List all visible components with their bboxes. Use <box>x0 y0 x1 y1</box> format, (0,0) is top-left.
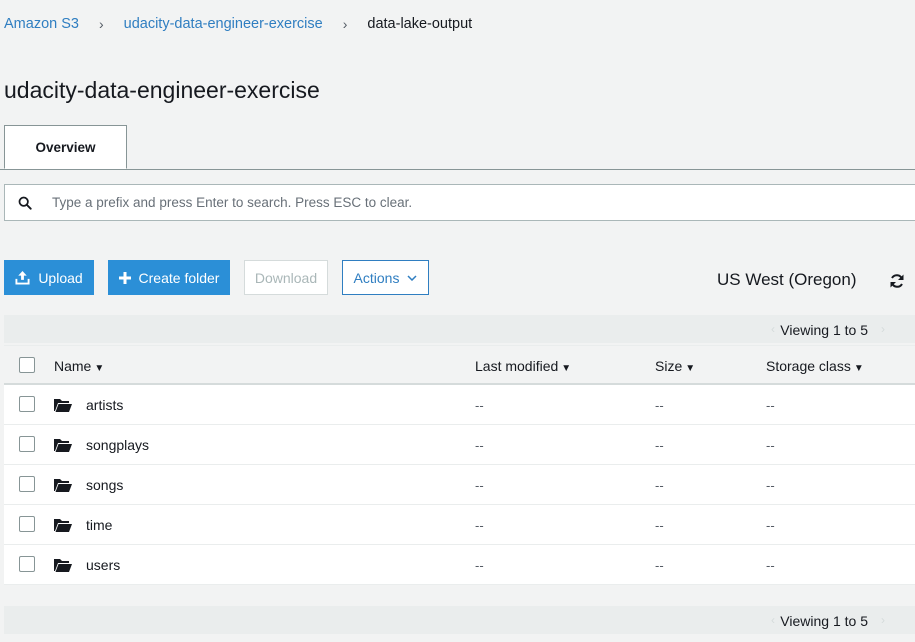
size-cell: -- <box>655 398 664 413</box>
table-row: artists -- -- -- <box>4 385 915 425</box>
objects-table: Name ▼ Last modified ▼ Size ▼ Storage class… <box>4 345 915 585</box>
actions-dropdown-button[interactable]: Actions <box>342 260 429 295</box>
breadcrumb-amazon-s3-link[interactable]: Amazon S3 <box>4 16 79 32</box>
table-row: songs -- -- -- <box>4 465 915 505</box>
pagination-label: Viewing 1 to 5 <box>780 322 868 338</box>
caret-down-icon: ▼ <box>685 363 696 374</box>
row-checkbox[interactable] <box>19 436 35 452</box>
table-header: Name ▼ Last modified ▼ Size ▼ Storage class… <box>4 345 915 385</box>
tab-bar: Overview <box>0 125 915 170</box>
column-header-name-label: Name <box>54 358 92 374</box>
caret-down-icon: ▼ <box>561 363 572 374</box>
create-folder-button[interactable]: Create folder <box>108 260 230 295</box>
row-checkbox[interactable] <box>19 556 35 572</box>
search-input[interactable] <box>50 194 915 211</box>
upload-button[interactable]: Upload <box>4 260 94 295</box>
last-modified-cell: -- <box>475 518 484 533</box>
column-header-last-modified-label: Last modified <box>475 358 559 374</box>
column-header-storage-class[interactable]: Storage class ▼ <box>766 358 864 374</box>
storage-class-cell: -- <box>766 438 775 453</box>
table-row: songplays -- -- -- <box>4 425 915 465</box>
breadcrumb-separator-icon: › <box>98 16 104 32</box>
size-cell: -- <box>655 558 664 573</box>
folder-name-link[interactable]: users <box>86 557 120 573</box>
folder-name-link[interactable]: songplays <box>86 437 149 453</box>
upload-button-label: Upload <box>38 269 83 286</box>
folder-name-link[interactable]: time <box>86 517 112 533</box>
last-modified-cell: -- <box>475 558 484 573</box>
folder-icon <box>54 479 72 492</box>
select-all-checkbox[interactable] <box>19 357 35 373</box>
size-cell: -- <box>655 478 664 493</box>
storage-class-cell: -- <box>766 398 775 413</box>
refresh-icon[interactable] <box>889 273 905 289</box>
previous-page-icon[interactable]: ‹ <box>771 322 775 336</box>
row-checkbox[interactable] <box>19 476 35 492</box>
region-label: US West (Oregon) <box>717 270 857 289</box>
breadcrumb-bucket-link[interactable]: udacity-data-engineer-exercise <box>124 16 323 32</box>
column-header-name[interactable]: Name ▼ <box>54 358 104 374</box>
storage-class-cell: -- <box>766 478 775 493</box>
upload-icon <box>15 270 30 285</box>
storage-class-cell: -- <box>766 558 775 573</box>
chevron-down-icon <box>407 274 417 281</box>
download-button[interactable]: Download <box>244 260 328 295</box>
column-header-storage-class-label: Storage class <box>766 358 851 374</box>
search-bar <box>4 184 915 221</box>
last-modified-cell: -- <box>475 438 484 453</box>
plus-icon <box>118 271 131 284</box>
create-folder-button-label: Create folder <box>138 269 220 286</box>
folder-name-link[interactable]: songs <box>86 477 123 493</box>
search-icon <box>18 196 32 210</box>
storage-class-cell: -- <box>766 518 775 533</box>
last-modified-cell: -- <box>475 478 484 493</box>
previous-page-icon[interactable]: ‹ <box>771 613 775 627</box>
table-row: users -- -- -- <box>4 545 915 585</box>
caret-down-icon: ▼ <box>853 363 864 374</box>
pagination-top: ‹ Viewing 1 to 5 › <box>4 315 915 343</box>
folder-icon <box>54 519 72 532</box>
column-header-size-label: Size <box>655 358 683 374</box>
next-page-icon[interactable]: › <box>881 322 885 336</box>
pagination-bottom: ‹ Viewing 1 to 5 › <box>4 606 915 634</box>
breadcrumb-separator-icon: › <box>342 16 348 32</box>
page-title: udacity-data-engineer-exercise <box>4 77 320 103</box>
folder-name-link[interactable]: artists <box>86 397 123 413</box>
folder-icon <box>54 439 72 452</box>
size-cell: -- <box>655 438 664 453</box>
next-page-icon[interactable]: › <box>881 613 885 627</box>
column-header-size[interactable]: Size ▼ <box>655 358 695 374</box>
row-checkbox[interactable] <box>19 516 35 532</box>
breadcrumb: Amazon S3 › udacity-data-engineer-exerci… <box>4 14 472 34</box>
column-header-last-modified[interactable]: Last modified ▼ <box>475 358 571 374</box>
caret-down-icon: ▼ <box>94 363 105 374</box>
breadcrumb-current: data-lake-output <box>367 16 473 32</box>
table-row: time -- -- -- <box>4 505 915 545</box>
pagination-label: Viewing 1 to 5 <box>780 613 868 629</box>
folder-icon <box>54 399 72 412</box>
size-cell: -- <box>655 518 664 533</box>
last-modified-cell: -- <box>475 398 484 413</box>
folder-icon <box>54 559 72 572</box>
tab-overview[interactable]: Overview <box>4 125 127 169</box>
actions-button-label: Actions <box>353 269 400 286</box>
row-checkbox[interactable] <box>19 396 35 412</box>
